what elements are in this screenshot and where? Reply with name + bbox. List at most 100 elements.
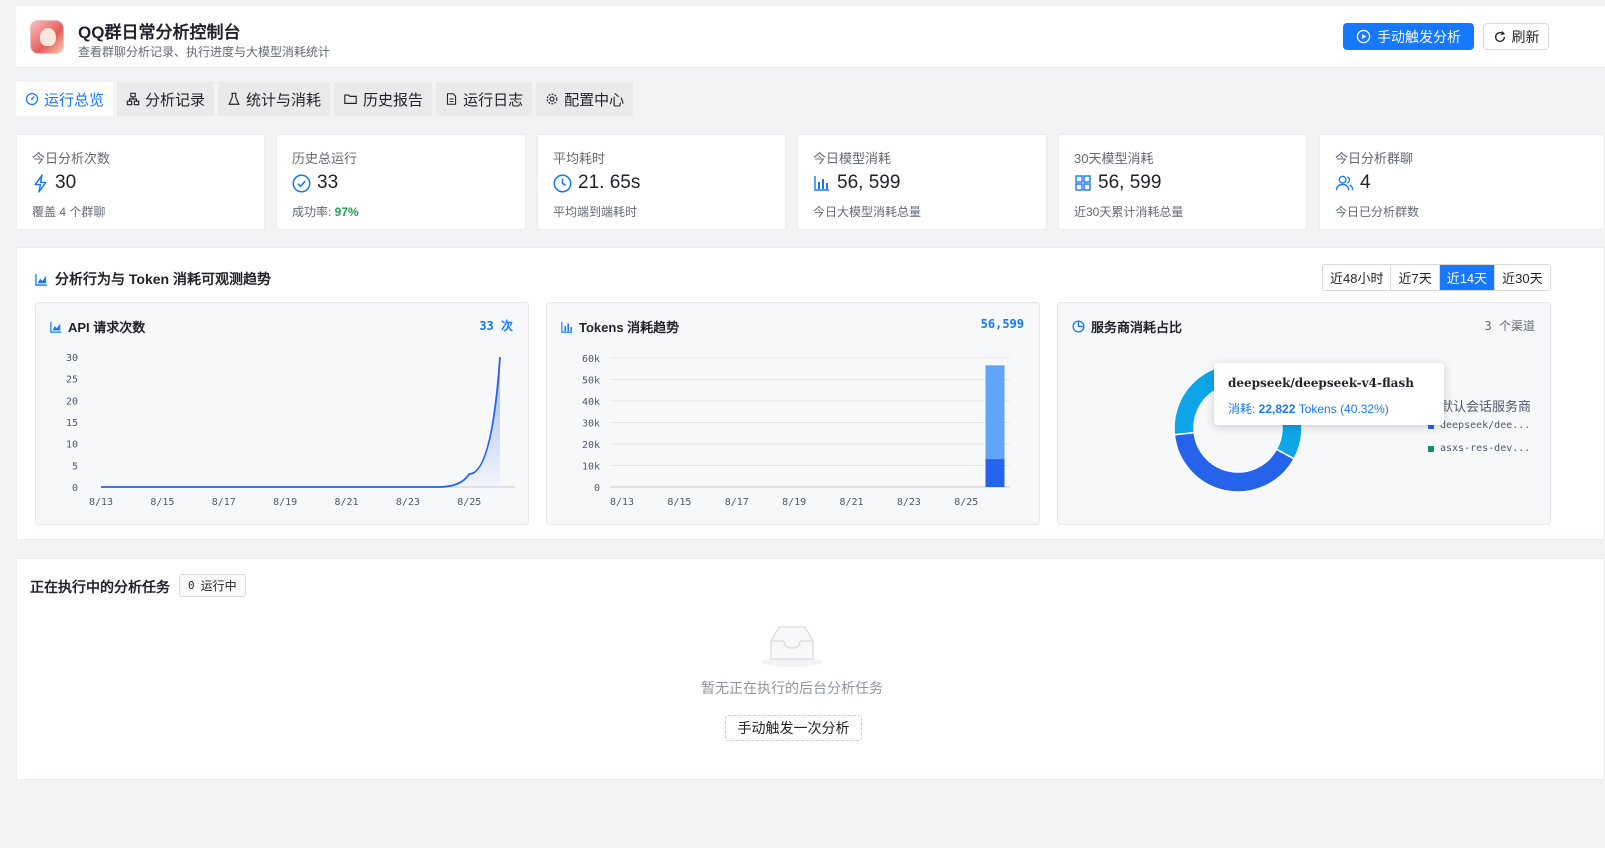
x-tick-label: 8/13 — [89, 497, 113, 508]
stat-label: 历史总运行 — [292, 151, 358, 166]
token-bar — [985, 365, 1005, 460]
flask-icon — [228, 92, 240, 105]
y-tick-label: 0 — [594, 483, 600, 494]
app-header: QQ群日常分析控制台 查看群聊分析记录、执行进度与大模型消耗统计 手动触发分析 … — [16, 6, 1605, 68]
gear-icon — [546, 93, 558, 105]
x-tick-label: 8/17 — [725, 497, 749, 508]
stat-value-text: 21. 65s — [578, 172, 641, 193]
y-tick-label: 20k — [582, 440, 600, 451]
stat-label: 今日分析次数 — [32, 151, 111, 166]
refresh-button[interactable]: 刷新 — [1483, 23, 1549, 50]
folder-icon — [344, 94, 357, 104]
stat-value: 33 — [292, 172, 338, 194]
dashboard-icon — [25, 92, 39, 106]
grid-icon — [1075, 175, 1091, 191]
clock-icon — [553, 174, 572, 192]
tab-history-reports-label: 历史报告 — [363, 91, 424, 109]
x-tick-label: 8/21 — [334, 497, 358, 508]
trigger-analysis-label: 手动触发分析 — [1377, 28, 1461, 45]
stat-sub: 近30天累计消耗总量 — [1074, 205, 1184, 219]
range-48h-button[interactable]: 近48小时 — [1323, 265, 1392, 290]
series-area — [101, 357, 500, 487]
tab-records[interactable]: 分析记录 — [117, 82, 215, 116]
x-tick-label: 8/17 — [212, 497, 236, 508]
stat-sub: 成功率: 97% — [292, 203, 359, 220]
tooltip-provider-name: deepseek/deepseek-v4-flash — [1228, 376, 1414, 390]
y-tick-label: 60k — [582, 354, 600, 365]
stat-value-text: 56, 599 — [837, 172, 901, 193]
check-circle-icon — [292, 174, 311, 192]
tab-config-label: 配置中心 — [564, 91, 625, 109]
trend-panel: 分析行为与 Token 消耗可观测趋势 近48小时 近7天 近14天 近30天 … — [16, 247, 1605, 540]
range-30d-button[interactable]: 近30天 — [1495, 265, 1550, 290]
tokens-trend-chart: 0 10k 20k 30k 40k 50k 60k 8/13 8/15 8/17 8/19 8/21 8… — [582, 354, 1010, 508]
range-selector: 近48小时 近7天 近14天 近30天 — [1322, 264, 1551, 291]
legend-dot — [1428, 445, 1434, 452]
tab-stats[interactable]: 统计与消耗 — [218, 82, 331, 116]
bar-chart-icon — [814, 176, 829, 191]
trigger-once-button[interactable]: 手动触发一次分析 — [725, 715, 862, 741]
x-tick-label: 8/19 — [782, 497, 806, 508]
legend-label: asxs-res-dev... — [1440, 443, 1531, 454]
users-icon — [1335, 175, 1354, 191]
y-tick-label: 5 — [72, 461, 78, 472]
tab-history-reports[interactable]: 历史报告 — [334, 82, 433, 116]
range-14d-button[interactable]: 近14天 — [1439, 265, 1496, 290]
success-rate-label: 成功率: — [292, 205, 335, 219]
range-7d-button[interactable]: 近7天 — [1391, 265, 1440, 290]
x-tick-label: 8/15 — [667, 497, 691, 508]
tokens-trend-card: Tokens 消耗趋势 56,599 0 10k 20k 30k 40k 50k 60k 8/… — [546, 302, 1040, 525]
stat-value-text: 30 — [55, 172, 77, 193]
legend-item[interactable]: asxs-res-dev... — [1428, 443, 1530, 454]
stat-label: 今日模型消耗 — [813, 151, 892, 166]
provider-share-card: 服务商消耗占比 3 个渠道 默认会话服务商 deepseek/dee... as… — [1057, 302, 1551, 525]
trigger-analysis-button[interactable]: 手动触发分析 — [1343, 23, 1474, 50]
y-tick-label: 20 — [66, 396, 78, 407]
running-count: 0 — [188, 579, 195, 592]
api-requests-chart: 0 5 10 15 20 25 30 8/13 8/15 8/17 8/19 8/21 8/23 8/25 — [66, 353, 515, 508]
api-requests-card: API 请求次数 33 次 0 5 10 15 20 25 30 8/13 8/15 8/17 8/… — [35, 302, 529, 525]
y-tick-label: 40k — [582, 397, 600, 408]
tooltip-value: 22,822 — [1258, 402, 1296, 416]
tab-config[interactable]: 配置中心 — [536, 82, 634, 116]
play-circle-icon — [1356, 29, 1371, 44]
stat-sub: 今日已分析群数 — [1335, 205, 1420, 219]
x-tick-label: 8/13 — [610, 497, 634, 508]
stat-value: 21. 65s — [553, 172, 640, 194]
x-tick-label: 8/23 — [897, 497, 921, 508]
tab-overview[interactable]: 运行总览 — [16, 82, 114, 116]
y-tick-label: 30 — [66, 353, 78, 364]
stat-card-today-analyses: 今日分析次数 30 覆盖 4 个群聊 — [16, 134, 265, 230]
tab-run-logs[interactable]: 运行日志 — [436, 82, 533, 116]
legend-label: deepseek/dee... — [1440, 420, 1531, 431]
y-tick-label: 10 — [66, 440, 78, 451]
refresh-label: 刷新 — [1511, 28, 1540, 45]
stat-sub: 覆盖 4 个群聊 — [32, 205, 106, 219]
app-title: QQ群日常分析控制台 — [78, 23, 241, 42]
empty-inbox-icon — [762, 626, 822, 667]
area-chart-icon — [35, 273, 48, 286]
stat-card-total-runs: 历史总运行 33 成功率: 97% — [276, 134, 526, 230]
tasks-title: 正在执行中的分析任务 — [30, 579, 170, 595]
y-tick-label: 25 — [66, 375, 78, 386]
stat-card-today-groups: 今日分析群聊 4 今日已分析群数 — [1319, 134, 1605, 230]
series-line — [101, 356, 501, 488]
pie-slice — [1173, 431, 1296, 493]
main-tabs: 运行总览 分析记录 统计与消耗 历史报告 运行日志 配置中心 — [16, 82, 634, 116]
tab-records-label: 分析记录 — [145, 91, 206, 109]
stat-card-30day-tokens: 30天模型消耗 56, 599 近30天累计消耗总量 — [1058, 134, 1307, 230]
running-status: 运行中 — [200, 579, 237, 593]
tab-run-logs-label: 运行日志 — [463, 91, 524, 109]
trend-title-text: 分析行为与 Token 消耗可观测趋势 — [55, 271, 271, 287]
stat-value: 4 — [1335, 172, 1371, 194]
stat-label: 今日分析群聊 — [1335, 151, 1414, 166]
x-tick-label: 8/25 — [954, 497, 978, 508]
stat-card-avg-duration: 平均耗时 21. 65s 平均端到端耗时 — [537, 134, 786, 230]
stat-label: 30天模型消耗 — [1074, 151, 1154, 166]
refresh-icon — [1494, 30, 1505, 42]
y-tick-label: 15 — [66, 418, 78, 429]
tooltip-value-line: 消耗: 22,822 Tokens (40.32%) — [1228, 400, 1389, 417]
running-count-badge: 0 运行中 — [179, 574, 246, 597]
stat-sub: 平均端到端耗时 — [553, 205, 638, 219]
chart-tooltip: deepseek/deepseek-v4-flash 消耗: 22,822 To… — [1214, 363, 1444, 425]
